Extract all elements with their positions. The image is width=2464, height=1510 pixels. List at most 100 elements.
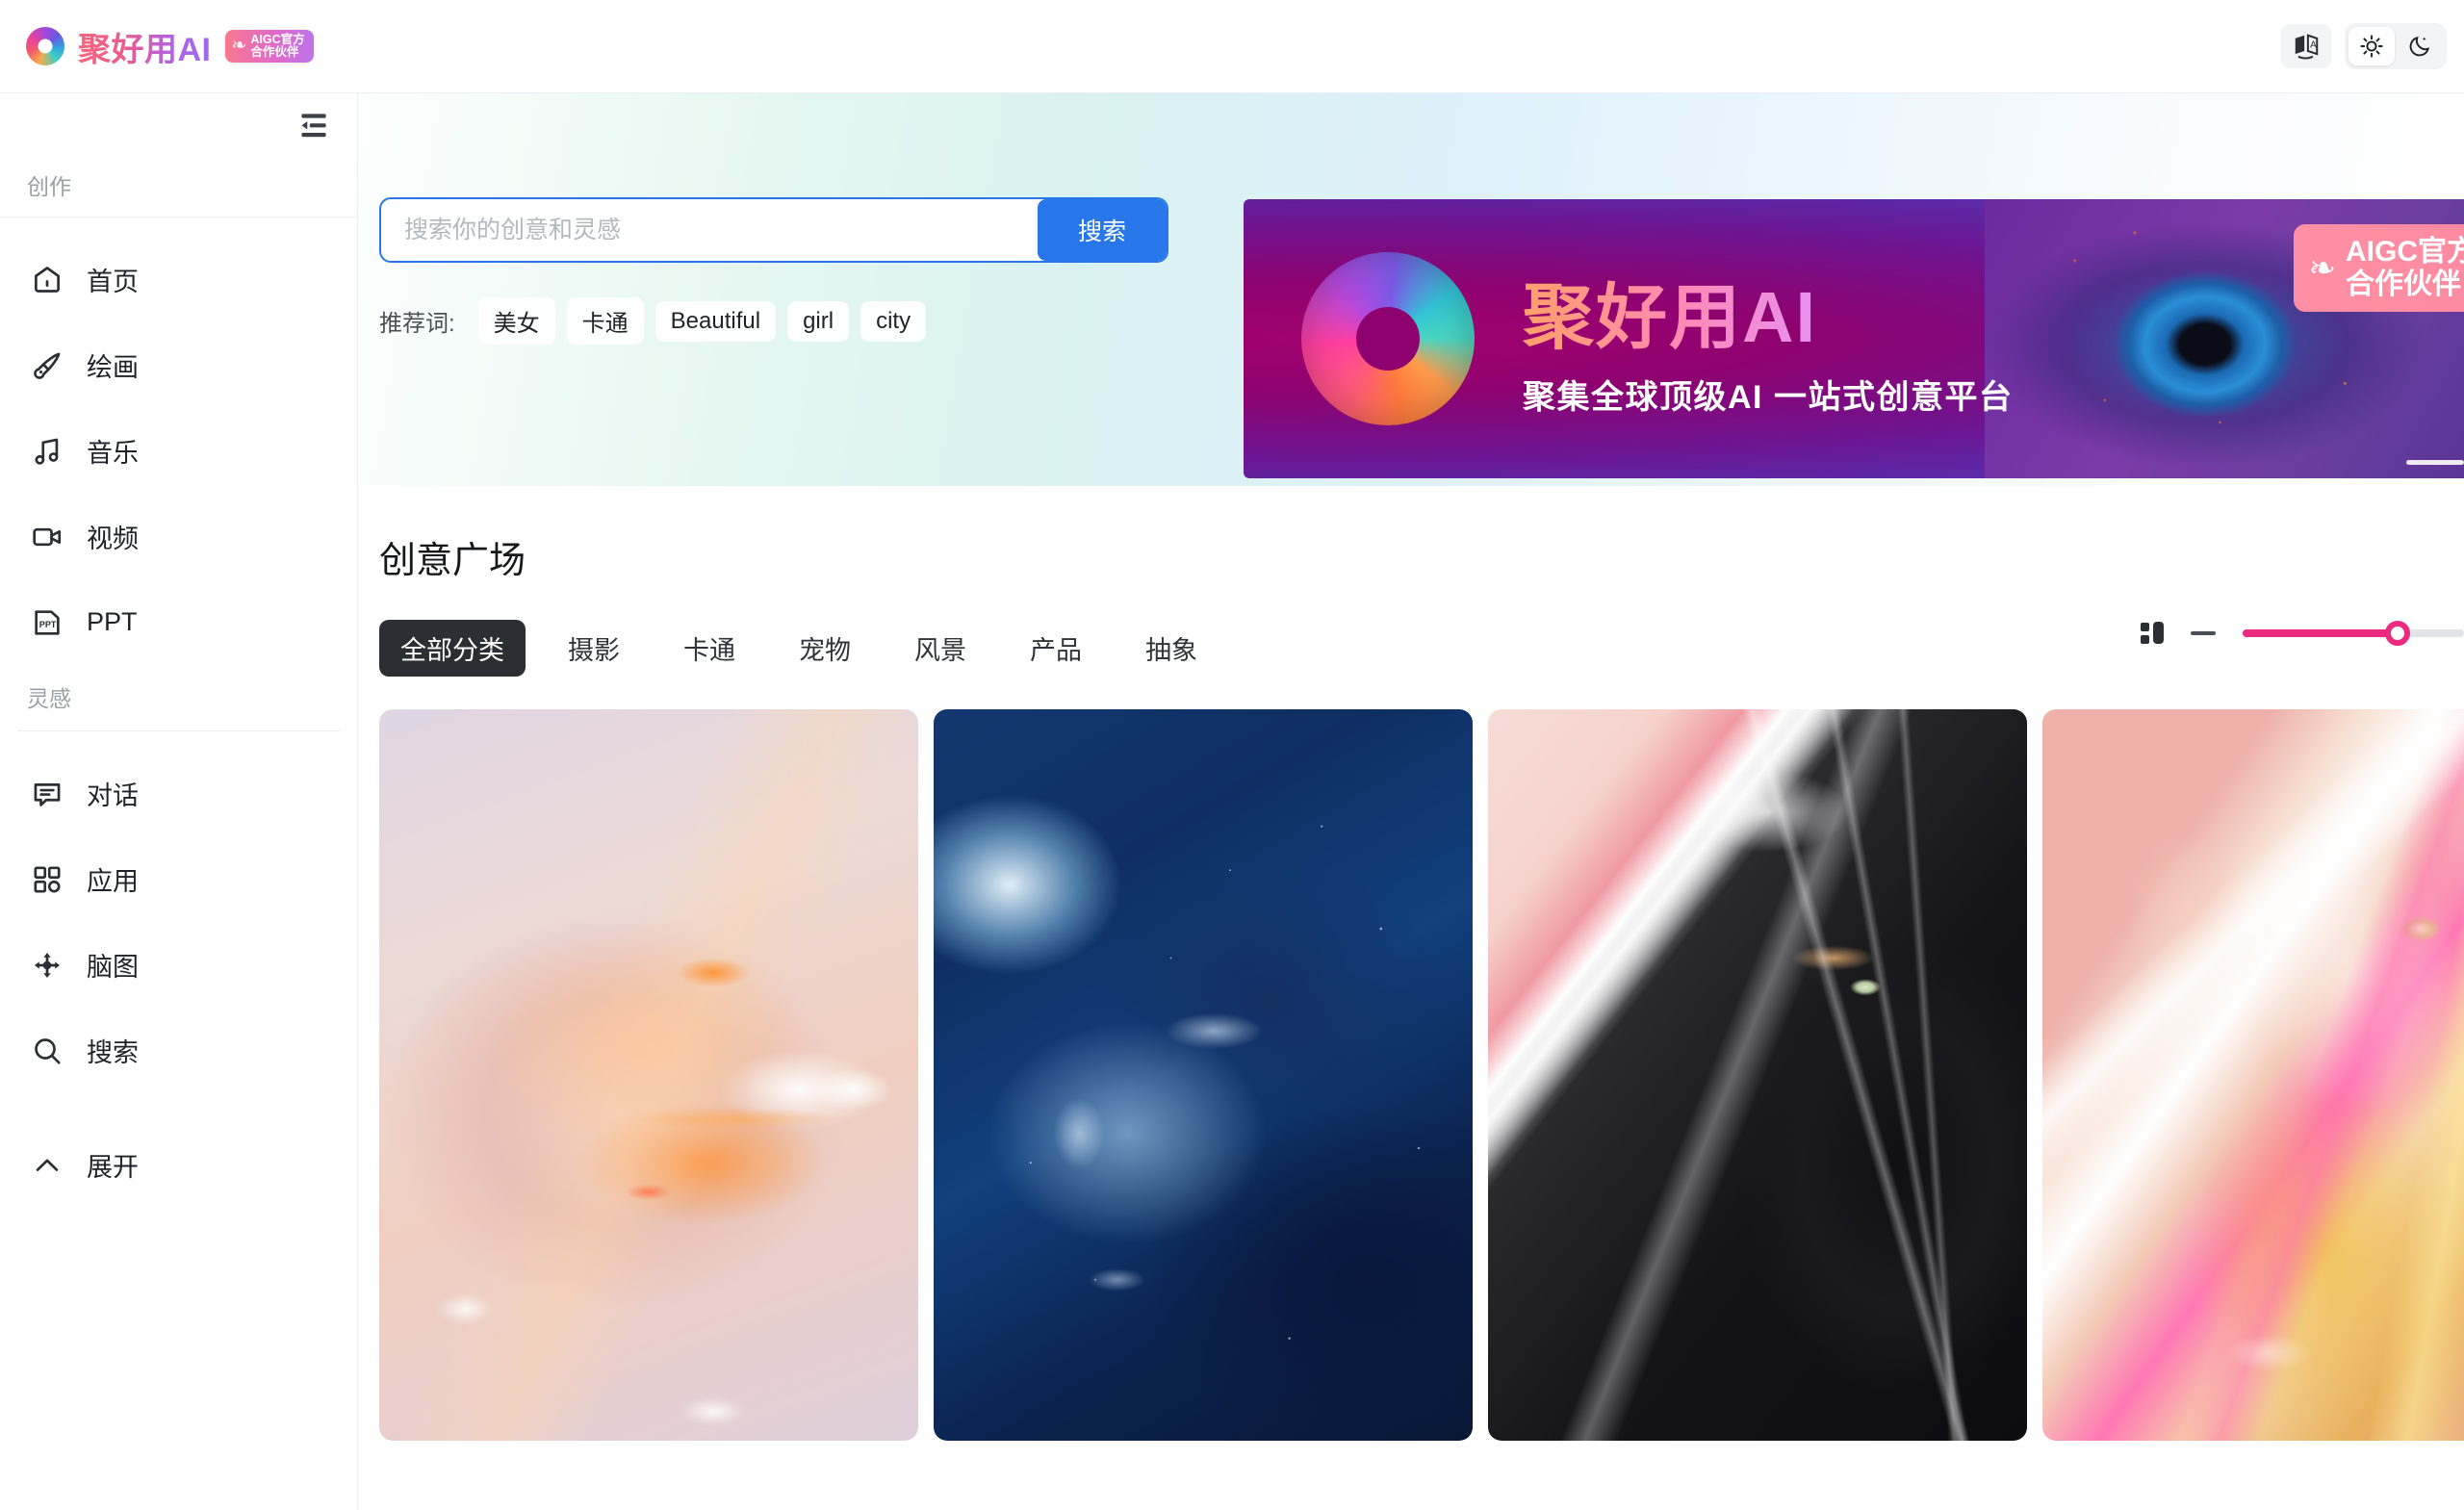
theme-dark-option[interactable] (2397, 27, 2443, 65)
chat-bubble-icon (31, 778, 64, 810)
category-tabs: 全部分类 摄影 卡通 宠物 风景 产品 抽象 (379, 620, 2464, 677)
search-button[interactable]: 搜索 (1038, 199, 1167, 261)
banner-scroll-indicator[interactable] (2406, 460, 2464, 465)
promo-banner[interactable]: 聚好用AI 聚集全球顶级AI 一站式创意平台 ❧ AIGC官方 合作伙伴 (1244, 199, 2464, 478)
zoom-out-button[interactable] (2191, 630, 2216, 635)
recommend-chip[interactable]: 卡通 (566, 297, 644, 345)
gallery-card-nebula[interactable] (934, 709, 1473, 1441)
sidebar-item-label: 搜索 (87, 1038, 139, 1067)
sidebar-item-apps[interactable]: 应用 (0, 836, 357, 922)
banner-partner-badge: ❧ AIGC官方 合作伙伴 (2293, 224, 2464, 313)
badge-line-1: AIGC官方 (250, 32, 305, 46)
sidebar-section-create: 创作 (0, 155, 357, 218)
recommend-chip[interactable]: 美女 (477, 297, 555, 345)
recommend-chip[interactable]: girl (787, 300, 850, 342)
sidebar-section-inspiration: 灵感 (27, 686, 71, 711)
tab-pets[interactable]: 宠物 (778, 620, 872, 677)
tab-landscape[interactable]: 风景 (893, 620, 988, 677)
sidebar-item-label: 脑图 (87, 953, 139, 982)
sidebar-collapse-button[interactable] (297, 113, 330, 144)
svg-text:PPT: PPT (39, 619, 57, 628)
sidebar-item-home[interactable]: 首页 (0, 237, 357, 322)
translate-icon: A (2295, 34, 2319, 60)
sidebar-expand-button[interactable]: 展开 (0, 1122, 357, 1208)
tab-all-categories[interactable]: 全部分类 (379, 620, 526, 677)
slider-fill (2243, 628, 2398, 637)
header-actions: A (2281, 23, 2464, 69)
mindmap-icon (31, 949, 64, 982)
theme-toggle[interactable] (2345, 23, 2447, 69)
sidebar-item-ppt[interactable]: PPT PPT (0, 579, 357, 665)
sidebar-item-label: 对话 (87, 781, 139, 810)
sidebar-item-label: 应用 (87, 867, 139, 896)
sidebar-item-mindmap[interactable]: 脑图 (0, 922, 357, 1008)
banner-text-block: 聚好用AI 聚集全球顶级AI 一站式创意平台 (1523, 260, 2013, 418)
moon-icon (2409, 36, 2430, 57)
search-icon (31, 1035, 64, 1067)
svg-text:A: A (2310, 39, 2317, 50)
logo-wordmark: 聚好用AI (78, 23, 212, 70)
sidebar-item-music[interactable]: 音乐 (0, 408, 357, 494)
sidebar-item-label: 视频 (87, 525, 139, 553)
search-bar[interactable]: 搜索 (379, 197, 1168, 263)
translate-button[interactable]: A (2281, 24, 2331, 68)
sidebar-item-painting[interactable]: 绘画 (0, 322, 357, 408)
brush-icon (31, 349, 64, 382)
search-input[interactable] (381, 199, 1038, 261)
app-header: 聚好用AI ❧ AIGC官方 合作伙伴 A (0, 0, 2464, 93)
gallery-card-black-cat[interactable] (1488, 709, 2027, 1441)
logo-spiral-icon (26, 27, 64, 65)
banner-badge-line-1: AIGC官方 (2346, 236, 2464, 268)
sun-icon (2360, 35, 2383, 58)
recommend-words: 推荐词: 美女 卡通 Beautiful girl city (379, 297, 1226, 345)
tab-product[interactable]: 产品 (1009, 620, 1103, 677)
sidebar-item-chat[interactable]: 对话 (0, 751, 357, 836)
banner-badge-line-2: 合作伙伴 (2346, 268, 2461, 300)
badge-line-2: 合作伙伴 (250, 44, 299, 59)
tab-cartoon[interactable]: 卡通 (662, 620, 757, 677)
recommend-chip[interactable]: Beautiful (654, 300, 777, 342)
sidebar-item-label: 绘画 (87, 353, 139, 382)
sidebar-item-search[interactable]: 搜索 (0, 1008, 357, 1093)
sidebar: 创作 首页 绘画 音乐 视频 PPT PPT 灵感 对话 应用 脑图 搜索 展开 (0, 93, 358, 1510)
chevron-up-icon (31, 1149, 64, 1182)
recommend-chip[interactable]: city (860, 300, 927, 342)
video-camera-icon (31, 521, 64, 553)
main-content: 搜索 推荐词: 美女 卡通 Beautiful girl city 聚好用AI … (358, 93, 2464, 1510)
home-icon (31, 264, 64, 296)
hero-section: 搜索 推荐词: 美女 卡通 Beautiful girl city 聚好用AI … (358, 93, 2464, 486)
page-title: 创意广场 (379, 541, 526, 581)
banner-logo-spiral-icon (1301, 252, 1475, 425)
view-controls (2141, 620, 2464, 646)
size-slider[interactable] (2243, 620, 2464, 646)
recommend-label: 推荐词: (379, 311, 455, 337)
sidebar-item-label: 首页 (87, 268, 139, 296)
collapse-menu-icon (301, 113, 326, 137)
banner-subtitle: 聚集全球顶级AI 一站式创意平台 (1523, 379, 2014, 416)
sidebar-item-label: 音乐 (87, 439, 139, 468)
sidebar-item-video[interactable]: 视频 (0, 494, 357, 579)
layout-grid-icon[interactable] (2141, 622, 2164, 644)
gallery-card-chrome-cat[interactable] (2042, 709, 2464, 1441)
tab-abstract[interactable]: 抽象 (1124, 620, 1219, 677)
artwork-portrait-warm-light (379, 709, 918, 1441)
artwork-blue-nebula-face (934, 709, 1473, 1441)
sidebar-item-label: PPT (87, 607, 138, 636)
hero-search-area: 搜索 推荐词: 美女 卡通 Beautiful girl city (379, 197, 1226, 345)
music-note-icon (31, 435, 64, 468)
app-logo[interactable]: 聚好用AI ❧ AIGC官方 合作伙伴 (0, 23, 314, 70)
image-gallery (358, 709, 2464, 1441)
gallery-card-portrait[interactable] (379, 709, 918, 1441)
laurel-wreath-icon: ❧ (231, 35, 247, 56)
sidebar-create-list: 首页 绘画 音乐 视频 PPT PPT (0, 218, 357, 665)
artwork-chrome-cat (2042, 709, 2464, 1441)
tab-photography[interactable]: 摄影 (547, 620, 641, 677)
laurel-wreath-icon: ❧ (2308, 249, 2337, 287)
apps-grid-icon (31, 863, 64, 896)
sidebar-expand-label: 展开 (87, 1153, 139, 1182)
sidebar-collapse-row (0, 101, 357, 155)
sidebar-inspiration-list: 对话 应用 脑图 搜索 (0, 731, 357, 1093)
theme-light-option[interactable] (2348, 27, 2395, 65)
ppt-file-icon: PPT (31, 606, 64, 639)
slider-handle[interactable] (2385, 620, 2410, 646)
